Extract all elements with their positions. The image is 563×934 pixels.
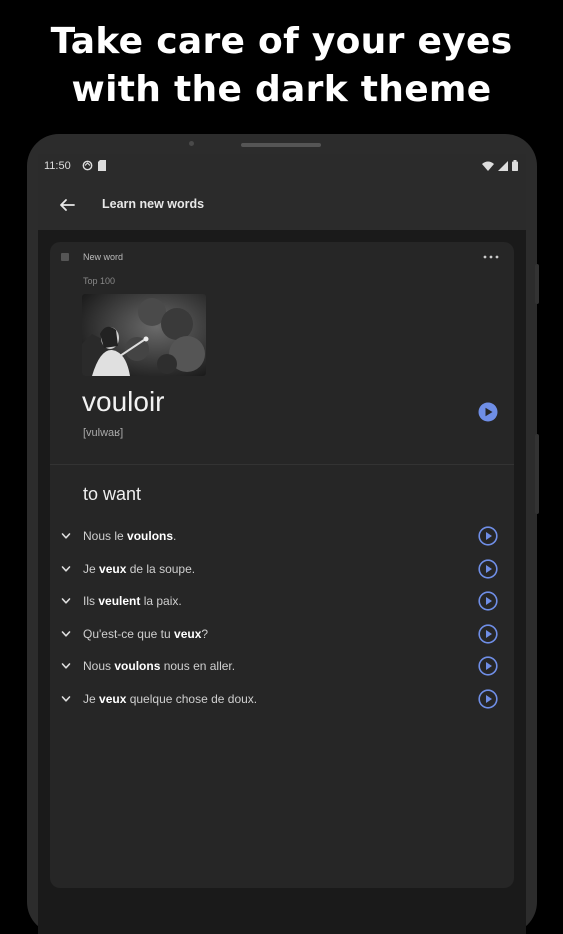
- example-row[interactable]: Je veux de la soupe.: [50, 557, 514, 581]
- example-text-pre: Nous: [83, 659, 115, 673]
- divider: [50, 464, 514, 465]
- example-row[interactable]: Qu'est-ce que tu veux?: [50, 622, 514, 646]
- play-sentence-button[interactable]: [478, 623, 498, 644]
- example-sentence: Qu'est-ce que tu veux?: [83, 627, 208, 641]
- example-highlight-word: voulons: [114, 659, 161, 673]
- promo-line-2: with the dark theme: [71, 69, 492, 110]
- battery-icon: [512, 160, 518, 171]
- play-sentence-button[interactable]: [478, 526, 498, 546]
- example-text-post: nous en aller.: [160, 659, 236, 673]
- play-pronunciation-button[interactable]: [478, 402, 498, 422]
- example-highlight-word: veux: [99, 691, 127, 706]
- play-sentence-button[interactable]: [478, 558, 498, 579]
- example-text-pre: Je: [83, 691, 100, 706]
- example-sentence: Nous voulons nous en aller.: [83, 659, 235, 673]
- word-illustration: [82, 294, 206, 376]
- app-bar: Learn new words: [38, 180, 526, 230]
- word-list-label: Top 100: [83, 276, 116, 286]
- volume-button: [535, 264, 539, 304]
- example-text-post: quelque chose de doux.: [126, 691, 258, 706]
- example-text-post: la paix.: [140, 594, 182, 608]
- chevron-down-icon[interactable]: [61, 596, 71, 606]
- play-sentence-button[interactable]: [478, 591, 498, 611]
- chevron-down-icon[interactable]: [61, 629, 71, 639]
- status-time: 11:50: [44, 160, 71, 172]
- power-button: [535, 434, 539, 514]
- word-pronunciation: [vulwaʁ]: [83, 427, 124, 439]
- example-text-pre: Je: [83, 561, 100, 576]
- example-text-post: .: [173, 529, 177, 543]
- example-text-post: de la soupe.: [126, 561, 196, 576]
- new-word-checkbox[interactable]: [61, 253, 69, 261]
- example-sentence: Ils veulent la paix.: [83, 594, 182, 608]
- play-sentence-button[interactable]: [478, 688, 498, 709]
- word-title: vouloir: [82, 386, 165, 417]
- tablet-frame: 11:50 Learn new words New word Top 100 v…: [27, 134, 539, 934]
- signal-icon: [498, 160, 508, 171]
- new-word-label: New word: [83, 252, 124, 262]
- chevron-down-icon[interactable]: [61, 564, 71, 574]
- word-translation: to want: [83, 484, 142, 504]
- example-text-pre: Ils: [83, 594, 99, 608]
- word-card: New word Top 100 vouloir [vulwaʁ] to wan…: [50, 242, 514, 888]
- page-title: Learn new words: [102, 197, 205, 211]
- play-sentence-button[interactable]: [478, 656, 498, 676]
- example-row[interactable]: Nous le voulons.: [50, 524, 514, 548]
- sync-icon: [82, 160, 93, 171]
- chevron-down-icon[interactable]: [61, 694, 71, 704]
- example-highlight-word: veux: [174, 626, 202, 641]
- example-row[interactable]: Je veux quelque chose de doux.: [50, 687, 514, 711]
- example-row[interactable]: Ils veulent la paix.: [50, 589, 514, 613]
- arrow-back-icon[interactable]: [56, 194, 78, 216]
- camera: [189, 141, 194, 146]
- example-highlight-word: voulons: [127, 529, 174, 543]
- promo-headline: Take care of your eyes with the dark the…: [0, 18, 563, 114]
- status-bar: 11:50: [38, 154, 526, 180]
- wifi-icon: [482, 161, 494, 171]
- example-text-post: ?: [201, 626, 209, 641]
- sd-card-icon: [98, 160, 106, 171]
- example-highlight-word: veux: [99, 561, 127, 576]
- screen: 11:50 Learn new words New word Top 100 v…: [38, 154, 526, 934]
- example-sentence: Je veux de la soupe.: [83, 562, 195, 576]
- example-row[interactable]: Nous voulons nous en aller.: [50, 654, 514, 678]
- example-text-pre: Qu'est-ce que tu: [83, 626, 175, 641]
- more-horizontal-icon[interactable]: [480, 248, 502, 266]
- example-sentence: Nous le voulons.: [83, 529, 176, 543]
- chevron-down-icon[interactable]: [61, 531, 71, 541]
- example-highlight-word: veulent: [98, 594, 141, 608]
- example-sentence: Je veux quelque chose de doux.: [83, 692, 257, 706]
- promo-line-1: Take care of your eyes: [50, 21, 513, 62]
- speaker-grille: [241, 143, 321, 147]
- chevron-down-icon[interactable]: [61, 661, 71, 671]
- example-text-pre: Nous le: [83, 529, 128, 543]
